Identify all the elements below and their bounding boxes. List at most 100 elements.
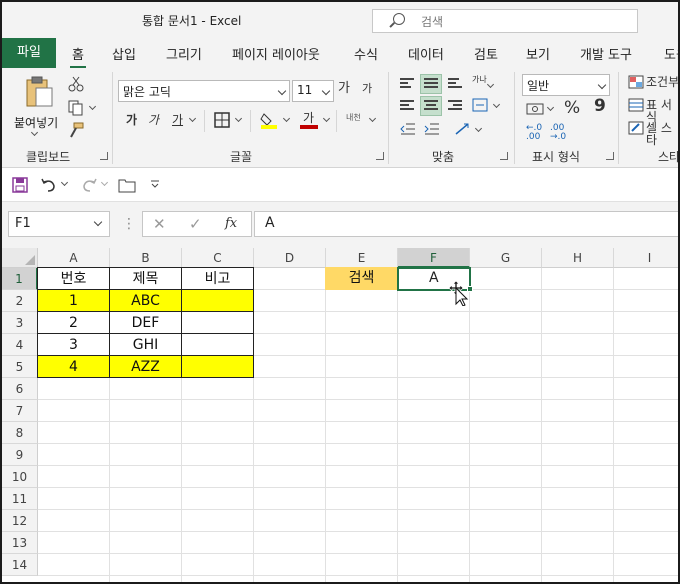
row-header-8[interactable]: 8 xyxy=(2,422,38,444)
tab-page-layout[interactable]: 페이지 레이아웃 xyxy=(232,44,320,63)
name-box[interactable]: F1 xyxy=(8,211,110,237)
phonetic-icon[interactable]: 내천 xyxy=(346,114,361,122)
format-table-label[interactable]: 표 서식 xyxy=(646,99,678,123)
formula-input[interactable]: A xyxy=(254,211,678,237)
number-format-combo[interactable]: 일반 xyxy=(522,74,610,96)
row-header-11[interactable]: 11 xyxy=(2,488,38,510)
wrap-text-icon[interactable]: 가나 xyxy=(472,76,487,84)
copy-dropdown-icon[interactable] xyxy=(88,102,97,111)
number-launcher-icon[interactable] xyxy=(606,152,614,160)
merge-center-icon[interactable] xyxy=(472,98,488,112)
format-painter-icon[interactable] xyxy=(68,122,84,138)
cell-c4[interactable] xyxy=(181,333,254,356)
font-name-combo[interactable]: 맑은 고딕 xyxy=(118,80,290,102)
currency-icon[interactable] xyxy=(526,102,544,116)
customize-qat-icon[interactable] xyxy=(150,179,160,189)
decrease-decimal-icon[interactable]: .00 →.0 xyxy=(550,124,566,142)
enter-icon[interactable]: ✓ xyxy=(189,217,202,232)
column-header-g[interactable]: G xyxy=(470,248,542,268)
conditional-format-label[interactable]: 조건부 xyxy=(646,76,678,88)
row-header-12[interactable]: 12 xyxy=(2,510,38,532)
redo-icon[interactable] xyxy=(80,177,98,193)
column-header-h[interactable]: H xyxy=(542,248,614,268)
italic-icon[interactable]: 가 xyxy=(148,114,159,126)
cell-a3[interactable]: 2 xyxy=(37,311,110,334)
row-header-7[interactable]: 7 xyxy=(2,400,38,422)
align-bottom-icon[interactable] xyxy=(448,78,462,90)
cell-b5[interactable]: AZZ xyxy=(109,355,182,378)
save-icon[interactable] xyxy=(12,177,28,193)
undo-dropdown-icon[interactable] xyxy=(60,178,69,187)
cell-b1[interactable]: 제목 xyxy=(109,267,182,290)
orientation-icon[interactable] xyxy=(454,122,472,136)
decrease-indent-icon[interactable] xyxy=(400,122,416,136)
column-header-i[interactable]: I xyxy=(614,248,678,268)
orientation-dropdown-icon[interactable] xyxy=(486,80,495,89)
column-header-c[interactable]: C xyxy=(182,248,254,268)
format-table-icon[interactable] xyxy=(628,98,644,112)
row-header-14[interactable]: 14 xyxy=(2,554,38,576)
increase-indent-icon[interactable] xyxy=(424,122,440,136)
cell-c1[interactable]: 비고 xyxy=(181,267,254,290)
cell-styles-label[interactable]: 셀 스타 xyxy=(646,122,678,146)
search-box[interactable]: 검색 xyxy=(372,9,638,33)
cell-c5[interactable] xyxy=(181,355,254,378)
bold-icon[interactable]: 가 xyxy=(126,114,137,126)
copy-icon[interactable] xyxy=(68,100,84,116)
insert-function-icon[interactable]: fx xyxy=(225,217,237,230)
row-header-1[interactable]: 1 xyxy=(2,268,38,290)
row-header-6[interactable]: 6 xyxy=(2,378,38,400)
tab-formulas[interactable]: 수식 xyxy=(354,44,378,63)
fill-color-dropdown-icon[interactable] xyxy=(282,114,291,123)
tab-file[interactable]: 파일 xyxy=(2,38,56,68)
tab-help[interactable]: 도움 xyxy=(664,44,678,63)
row-header-5[interactable]: 5 xyxy=(2,356,38,378)
currency-dropdown-icon[interactable] xyxy=(546,103,555,112)
cell-b4[interactable]: GHI xyxy=(109,333,182,356)
column-header-b[interactable]: B xyxy=(110,248,182,268)
increase-decimal-icon[interactable]: ←.0.00 xyxy=(526,124,542,142)
column-header-a[interactable]: A xyxy=(38,248,110,268)
row-header-10[interactable]: 10 xyxy=(2,466,38,488)
more-icon[interactable]: ⋮ xyxy=(122,217,136,231)
cell-b2[interactable]: ABC xyxy=(109,289,182,312)
tab-data[interactable]: 데이터 xyxy=(408,44,444,63)
merge-dropdown-icon[interactable] xyxy=(492,100,501,109)
borders-dropdown-icon[interactable] xyxy=(234,114,243,123)
underline-dropdown-icon[interactable] xyxy=(188,114,197,123)
cell-c2[interactable] xyxy=(181,289,254,312)
column-header-d[interactable]: D xyxy=(254,248,326,268)
undo-icon[interactable] xyxy=(40,177,58,193)
cell-a4[interactable]: 3 xyxy=(37,333,110,356)
cell-a5[interactable]: 4 xyxy=(37,355,110,378)
font-size-combo[interactable]: 11 xyxy=(292,80,334,102)
cell-e1[interactable]: 검색 xyxy=(325,267,398,290)
redo-dropdown-icon[interactable] xyxy=(100,178,109,187)
folder-icon[interactable] xyxy=(118,177,136,193)
font-color-icon[interactable]: 가 xyxy=(300,110,318,130)
row-header-4[interactable]: 4 xyxy=(2,334,38,356)
row-header-2[interactable]: 2 xyxy=(2,290,38,312)
phonetic-dropdown-icon[interactable] xyxy=(368,114,377,123)
cancel-icon[interactable]: ✕ xyxy=(153,217,166,232)
column-header-f[interactable]: F xyxy=(398,248,470,268)
cell-a1[interactable]: 번호 xyxy=(37,267,110,290)
align-top-icon[interactable] xyxy=(400,78,414,90)
cell-styles-icon[interactable] xyxy=(628,121,644,135)
row-header-9[interactable]: 9 xyxy=(2,444,38,466)
clipboard-launcher-icon[interactable] xyxy=(100,152,108,160)
grow-font-icon[interactable]: 가 xyxy=(338,82,350,95)
tab-review[interactable]: 검토 xyxy=(474,44,498,63)
tab-view[interactable]: 보기 xyxy=(526,44,550,63)
cell-b3[interactable]: DEF xyxy=(109,311,182,334)
cell-a2[interactable]: 1 xyxy=(37,289,110,312)
align-right-icon[interactable] xyxy=(448,100,462,112)
tab-insert[interactable]: 삽입 xyxy=(112,44,136,63)
alignment-launcher-icon[interactable] xyxy=(500,152,508,160)
comma-style-icon[interactable]: 9 xyxy=(594,98,606,115)
cut-icon[interactable] xyxy=(68,76,84,92)
tab-developer[interactable]: 개발 도구 xyxy=(580,44,632,63)
percent-icon[interactable]: % xyxy=(564,100,580,117)
column-header-e[interactable]: E xyxy=(326,248,398,268)
underline-icon[interactable]: 가 xyxy=(172,114,183,126)
